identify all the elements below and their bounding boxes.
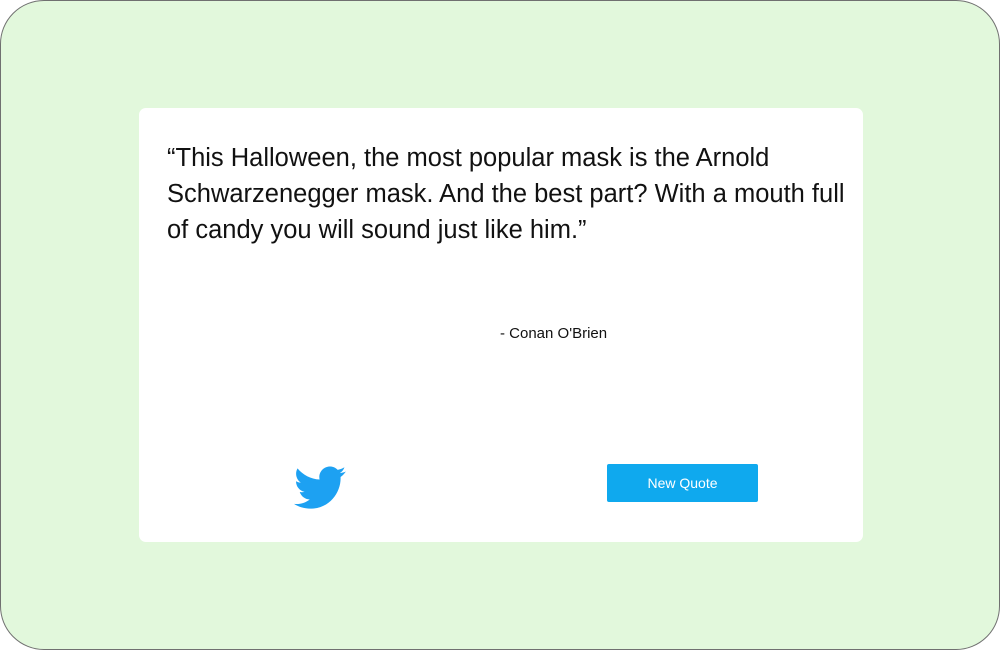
quote-text: “This Halloween, the most popular mask i…	[167, 144, 845, 244]
quote-box: “This Halloween, the most popular mask i…	[139, 108, 863, 542]
tweet-quote-button[interactable]	[294, 466, 346, 510]
quote-author: - Conan O'Brien	[500, 325, 608, 342]
new-quote-button[interactable]: New Quote	[607, 464, 758, 502]
twitter-bird-icon	[294, 466, 346, 509]
app-window: “This Halloween, the most popular mask i…	[0, 0, 1000, 650]
